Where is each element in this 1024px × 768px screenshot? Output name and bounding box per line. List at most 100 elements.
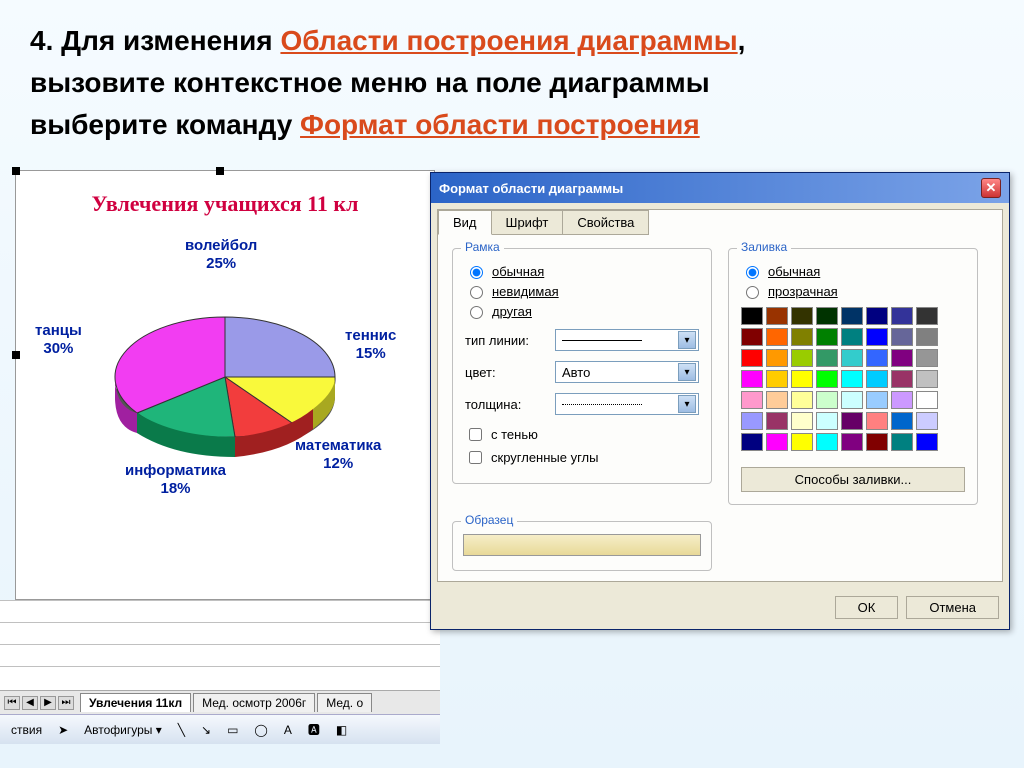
- combo-thickness[interactable]: ▾: [555, 393, 699, 415]
- autoshapes-menu[interactable]: Автофигуры ▾: [79, 720, 167, 740]
- color-swatch[interactable]: [816, 328, 838, 346]
- chart-area[interactable]: Увлечения учащихся 11 кл волейбол25% тен…: [15, 170, 435, 600]
- color-swatch[interactable]: [741, 433, 763, 451]
- checkbox-shadow[interactable]: [469, 428, 482, 441]
- color-swatch[interactable]: [916, 391, 938, 409]
- last-sheet-icon[interactable]: ⏭: [58, 696, 74, 710]
- next-sheet-icon[interactable]: ▶: [40, 696, 56, 710]
- color-swatch[interactable]: [766, 412, 788, 430]
- color-swatch[interactable]: [791, 307, 813, 325]
- label: с тенью: [491, 427, 538, 442]
- radio-fill-normal[interactable]: [746, 266, 759, 279]
- sheet-tab-med[interactable]: Мед. о: [317, 693, 372, 712]
- color-swatch[interactable]: [816, 391, 838, 409]
- sheet-tab-active[interactable]: Увлечения 11кл: [80, 693, 191, 712]
- cancel-button[interactable]: Отмена: [906, 596, 999, 619]
- color-swatch[interactable]: [916, 349, 938, 367]
- checkbox-rounded[interactable]: [469, 451, 482, 464]
- color-swatch[interactable]: [841, 412, 863, 430]
- color-swatch[interactable]: [791, 391, 813, 409]
- color-swatch[interactable]: [916, 307, 938, 325]
- chevron-down-icon[interactable]: ▾: [678, 363, 696, 381]
- selection-handle[interactable]: [12, 351, 20, 359]
- textbox-icon[interactable]: A: [279, 720, 297, 740]
- color-swatch[interactable]: [841, 370, 863, 388]
- color-swatch[interactable]: [841, 328, 863, 346]
- color-swatch[interactable]: [891, 412, 913, 430]
- color-swatch[interactable]: [766, 391, 788, 409]
- color-swatch[interactable]: [741, 307, 763, 325]
- dialog-titlebar[interactable]: Формат области диаграммы ✕: [431, 173, 1009, 203]
- color-swatch[interactable]: [866, 328, 888, 346]
- color-swatch[interactable]: [791, 328, 813, 346]
- label: прозрачная: [768, 284, 838, 299]
- tab-properties[interactable]: Свойства: [562, 210, 649, 235]
- line-icon[interactable]: ╲: [173, 720, 190, 740]
- color-swatch[interactable]: [916, 433, 938, 451]
- tab-font[interactable]: Шрифт: [491, 210, 564, 235]
- radio-fill-transparent[interactable]: [746, 286, 759, 299]
- color-swatch[interactable]: [791, 412, 813, 430]
- color-swatch[interactable]: [866, 433, 888, 451]
- arrow-icon[interactable]: ➤: [53, 720, 73, 740]
- fill-methods-button[interactable]: Способы заливки...: [741, 467, 965, 492]
- tab-view[interactable]: Вид: [438, 210, 492, 235]
- pie-chart[interactable]: волейбол25% теннис15% математика12% инфо…: [25, 237, 425, 517]
- color-swatch[interactable]: [766, 328, 788, 346]
- color-swatch[interactable]: [766, 307, 788, 325]
- color-swatch[interactable]: [891, 328, 913, 346]
- color-swatch[interactable]: [741, 328, 763, 346]
- color-swatch[interactable]: [791, 370, 813, 388]
- chevron-down-icon[interactable]: ▾: [678, 331, 696, 349]
- radio-frame-normal[interactable]: [470, 266, 483, 279]
- color-swatch[interactable]: [916, 370, 938, 388]
- color-swatch[interactable]: [816, 349, 838, 367]
- color-swatch[interactable]: [816, 307, 838, 325]
- color-swatch[interactable]: [841, 307, 863, 325]
- color-swatch[interactable]: [891, 349, 913, 367]
- sheet-tab-med2006[interactable]: Мед. осмотр 2006г: [193, 693, 315, 712]
- color-swatch[interactable]: [741, 412, 763, 430]
- color-swatch[interactable]: [891, 370, 913, 388]
- color-swatch[interactable]: [866, 370, 888, 388]
- radio-frame-other[interactable]: [470, 306, 483, 319]
- color-swatch[interactable]: [816, 412, 838, 430]
- color-swatch[interactable]: [891, 433, 913, 451]
- color-swatch[interactable]: [816, 370, 838, 388]
- selection-handle[interactable]: [216, 167, 224, 175]
- color-swatch[interactable]: [741, 370, 763, 388]
- color-swatch[interactable]: [766, 349, 788, 367]
- combo-color[interactable]: Авто▾: [555, 361, 699, 383]
- color-swatch[interactable]: [816, 433, 838, 451]
- color-swatch[interactable]: [766, 370, 788, 388]
- color-swatch[interactable]: [741, 349, 763, 367]
- combo-line-type[interactable]: ▾: [555, 329, 699, 351]
- diagram-icon[interactable]: ◧: [331, 720, 352, 740]
- color-swatch[interactable]: [841, 391, 863, 409]
- first-sheet-icon[interactable]: ⏮: [4, 696, 20, 710]
- color-swatch[interactable]: [766, 433, 788, 451]
- close-icon[interactable]: ✕: [981, 178, 1001, 198]
- color-swatch[interactable]: [791, 349, 813, 367]
- color-swatch[interactable]: [916, 328, 938, 346]
- selection-handle[interactable]: [12, 167, 20, 175]
- color-swatch[interactable]: [866, 391, 888, 409]
- color-swatch[interactable]: [841, 349, 863, 367]
- color-swatch[interactable]: [891, 307, 913, 325]
- color-swatch[interactable]: [791, 433, 813, 451]
- color-swatch[interactable]: [891, 391, 913, 409]
- color-swatch[interactable]: [866, 412, 888, 430]
- rect-icon[interactable]: ▭: [222, 720, 243, 740]
- oval-icon[interactable]: ◯: [249, 720, 272, 740]
- color-swatch[interactable]: [866, 307, 888, 325]
- color-swatch[interactable]: [866, 349, 888, 367]
- color-swatch[interactable]: [841, 433, 863, 451]
- chevron-down-icon[interactable]: ▾: [678, 395, 696, 413]
- prev-sheet-icon[interactable]: ◀: [22, 696, 38, 710]
- wordart-icon[interactable]: 🅰: [303, 718, 325, 741]
- ok-button[interactable]: ОК: [835, 596, 899, 619]
- color-swatch[interactable]: [741, 391, 763, 409]
- arrow-line-icon[interactable]: ↘: [196, 720, 216, 740]
- color-swatch[interactable]: [916, 412, 938, 430]
- radio-frame-invisible[interactable]: [470, 286, 483, 299]
